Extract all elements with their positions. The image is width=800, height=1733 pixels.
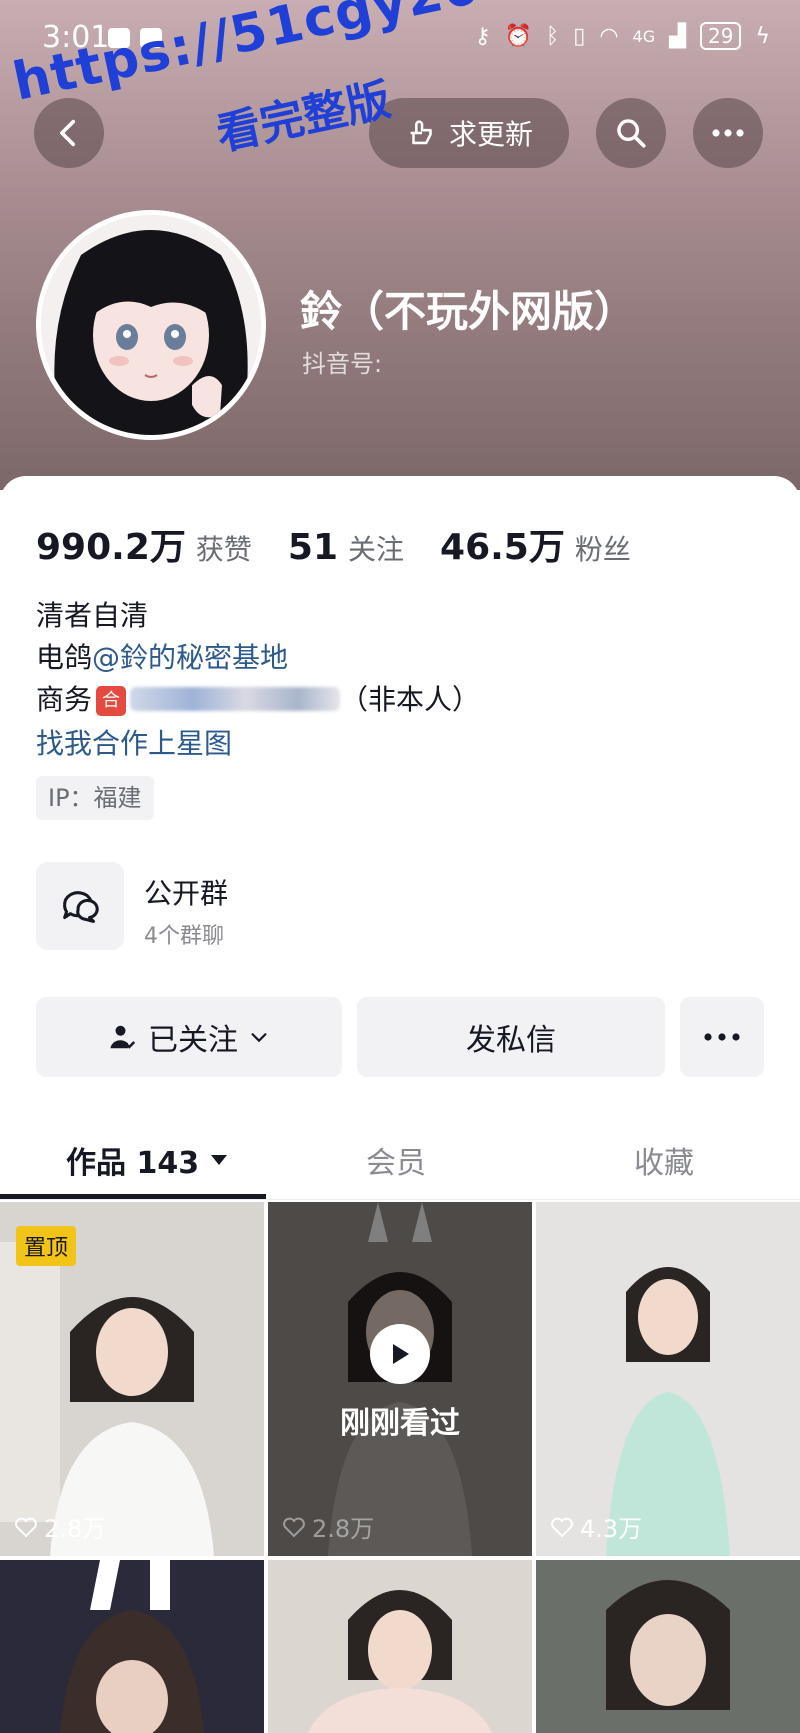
video-likes-count: 2.8万 (44, 1515, 107, 1543)
chevron-left-icon (60, 119, 76, 147)
group-subtitle: 4个群聊 (144, 924, 224, 949)
likes-count: 990.2万 (36, 527, 186, 568)
status-time: 3:01 (42, 20, 110, 55)
bio-line-3-prefix: 商务 (36, 683, 93, 716)
following-count[interactable]: 51 (288, 527, 338, 568)
video-tile[interactable] (268, 1560, 532, 1733)
followed-button[interactable]: 已关注 (36, 997, 342, 1077)
video-thumbnail (536, 1560, 800, 1733)
likes-label: 获赞 (195, 533, 252, 566)
bluetooth-icon: ᛒ (546, 23, 560, 49)
bio-line-1: 清者自清 (36, 599, 149, 632)
tab-works-label: 作品 143 (66, 1146, 200, 1181)
signal-icon: ▟ (669, 23, 687, 49)
signal-app-icon (108, 28, 130, 48)
video-thumbnail (0, 1560, 264, 1733)
video-likes-count: 4.3万 (580, 1515, 643, 1543)
battery-icon: 29 (700, 22, 742, 50)
followers-count[interactable]: 46.5万 (440, 518, 565, 570)
request-update-button[interactable]: 求更新 (369, 98, 569, 168)
redacted-contact (130, 687, 341, 711)
bio-line-2: 电鸽@鈴的秘密基地 (36, 636, 288, 676)
search-button[interactable] (596, 98, 666, 168)
followed-label: 已关注 (148, 1023, 238, 1058)
alarm-icon: ⏰ (504, 23, 533, 49)
pinned-badge: 置顶 (16, 1226, 77, 1266)
heart-icon (551, 1517, 573, 1537)
star-map-link[interactable]: 找我合作上星图 (36, 722, 232, 762)
following-label[interactable]: 关注 (348, 528, 404, 568)
bio-line-3-suffix: （非本人） (340, 683, 481, 716)
heart-icon (15, 1517, 37, 1537)
tab-works[interactable]: 作品 143 (66, 1138, 229, 1182)
send-message-label: 发私信 (466, 1023, 556, 1058)
wifi-icon: ◠ (599, 23, 619, 49)
content-tabs: 作品 143 会员 收藏 (0, 1124, 800, 1200)
public-group-entry[interactable]: 公开群 4个群聊 (36, 862, 436, 952)
heart-icon (283, 1517, 305, 1537)
search-icon (617, 119, 646, 148)
network-label: 4G (632, 26, 656, 46)
ellipsis-icon (712, 129, 744, 137)
user-check-icon (110, 1025, 136, 1049)
douyin-id-label: 抖音号: (302, 350, 383, 378)
video-likes: 2.8万 (282, 1509, 374, 1544)
video-tile[interactable] (536, 1560, 800, 1733)
chevron-down-icon (251, 1033, 267, 1043)
request-update-label: 求更新 (448, 118, 533, 151)
vibrate-icon: ▯ (573, 23, 586, 49)
followers-label[interactable]: 粉丝 (575, 528, 631, 568)
key-icon: ⚷ (474, 23, 491, 49)
status-icons: ⚷ ⏰ ᛒ ▯ ◠ 4G ▟ 29 ϟ (474, 22, 770, 50)
ip-location-tag: IP：福建 (36, 776, 154, 820)
send-message-button[interactable]: 发私信 (357, 997, 665, 1077)
video-tile[interactable]: 4.3万 (536, 1202, 800, 1556)
ellipsis-icon (704, 1033, 740, 1041)
video-likes: 4.3万 (550, 1509, 642, 1544)
status-bar: 3:01 ⚷ ⏰ ᛒ ▯ ◠ 4G ▟ 29 ϟ (0, 0, 800, 76)
more-button[interactable] (693, 98, 763, 168)
profile-name: 鈴（不玩外网版） (300, 287, 637, 336)
caret-down-icon (211, 1155, 228, 1165)
video-tile[interactable]: 置顶 2.8万 (0, 1202, 264, 1556)
hand-point-icon (410, 120, 432, 145)
video-tile[interactable]: 刚刚看过 2.8万 (268, 1202, 532, 1556)
tab-indicator (0, 1194, 266, 1199)
charging-icon: ϟ (755, 23, 770, 49)
video-likes: 2.8万 (14, 1509, 106, 1544)
tab-member[interactable]: 会员 (366, 1138, 426, 1182)
bio-line-3: 商务合 （非本人） (36, 678, 480, 718)
more-actions-button[interactable] (680, 997, 764, 1077)
avatar[interactable] (36, 210, 266, 440)
video-thumbnail (536, 1202, 800, 1556)
heart-app-icon (140, 28, 162, 48)
group-chat-icon (36, 862, 124, 950)
bio-line-2-prefix: 电鸽 (36, 641, 93, 674)
business-badge: 合 (96, 686, 127, 716)
play-icon (370, 1324, 430, 1384)
group-title: 公开群 (144, 877, 229, 910)
video-tile[interactable] (0, 1560, 264, 1733)
video-grid: 置顶 2.8万 刚刚看过 2.8万 4.3万 (0, 1202, 800, 1733)
mention-link[interactable]: @鈴的秘密基地 (92, 641, 288, 674)
anime-girl-avatar-illustration (41, 215, 261, 435)
back-button[interactable] (34, 98, 104, 168)
tab-favorites[interactable]: 收藏 (634, 1138, 694, 1182)
video-likes-count: 2.8万 (312, 1515, 375, 1543)
video-thumbnail (268, 1560, 532, 1733)
watched-label: 刚刚看过 (340, 1406, 460, 1441)
profile-stats: 990.2万 获赞 51 关注 46.5万 粉丝 (36, 518, 667, 570)
